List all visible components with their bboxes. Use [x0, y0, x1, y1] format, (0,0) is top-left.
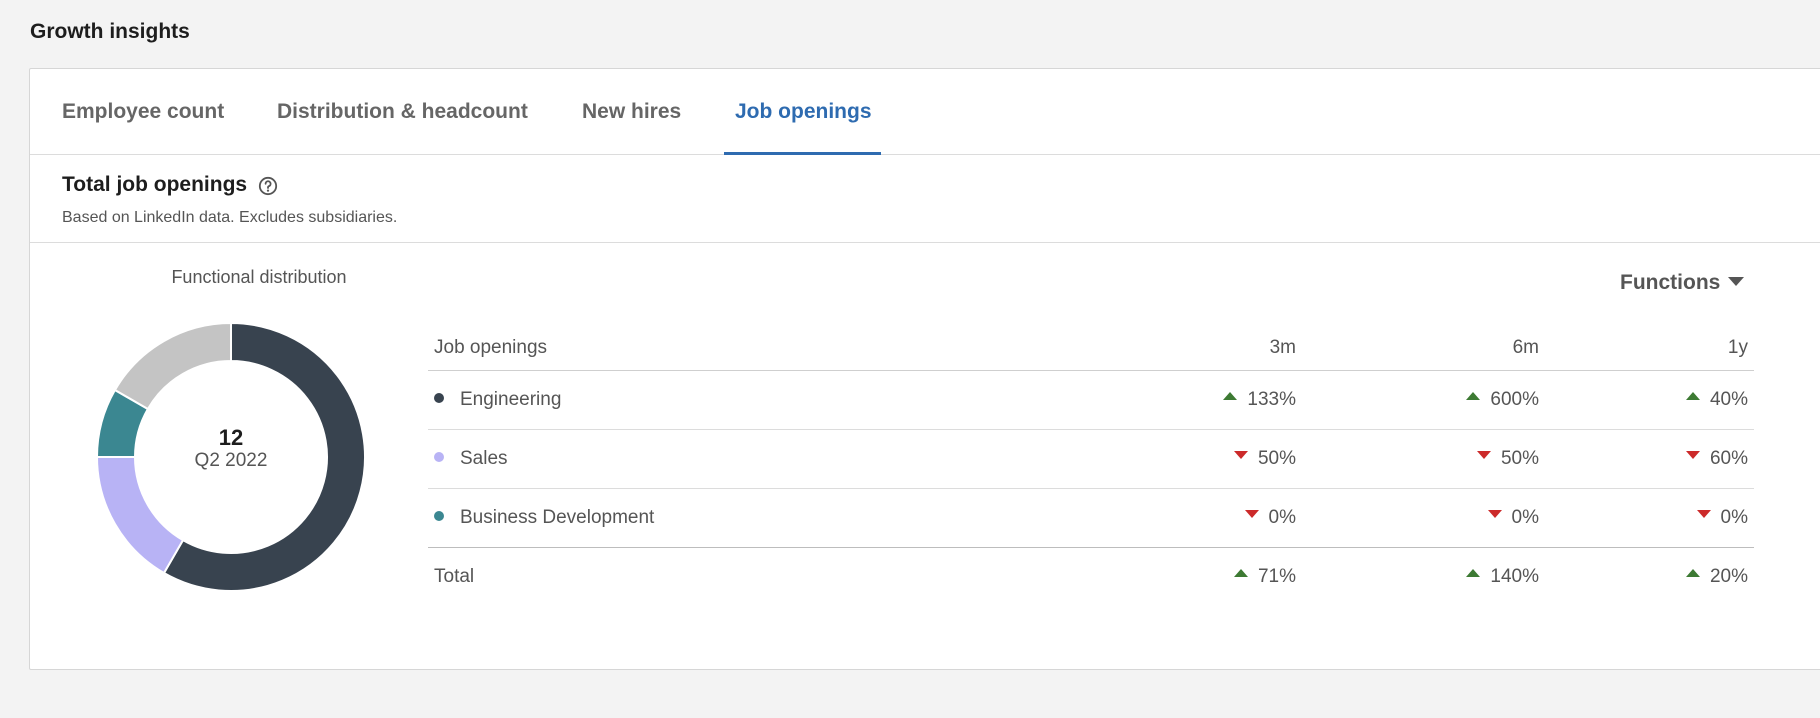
- table-header-row: Job openings 3m 6m 1y: [428, 325, 1754, 371]
- trend-up-icon: [1466, 568, 1481, 577]
- total-1y: 20%: [1709, 566, 1748, 587]
- header-1y: 1y: [1727, 337, 1748, 358]
- functions-dropdown[interactable]: Functions: [1620, 271, 1745, 295]
- value-6m: 600%: [1490, 389, 1539, 410]
- legend-dot: [434, 451, 444, 462]
- trend-down-icon: [1696, 509, 1711, 518]
- trend-down-icon: [1487, 509, 1502, 518]
- trend-down-icon: [1476, 450, 1491, 459]
- job-openings-table: Job openings 3m 6m 1y Engineering 133% 6…: [428, 325, 1754, 607]
- section-title: Growth insights: [30, 20, 190, 43]
- trend-up-icon: [1685, 391, 1700, 400]
- panel-subtitle: Based on LinkedIn data. Excludes subsidi…: [62, 209, 398, 226]
- table-row: Engineering 133% 600% 40%: [428, 371, 1754, 430]
- total-label: Total: [434, 566, 475, 587]
- tab-new-hires[interactable]: New hires: [582, 69, 681, 155]
- donut-center-value: 12: [218, 425, 244, 450]
- trend-up-icon: [1223, 391, 1238, 400]
- tab-employee-count[interactable]: Employee count: [62, 69, 224, 155]
- tab-bar: Employee count Distribution & headcount …: [30, 69, 1820, 155]
- header-6m: 6m: [1512, 337, 1539, 358]
- value-1y: 0%: [1720, 507, 1748, 528]
- value-3m: 0%: [1268, 507, 1296, 528]
- row-function-name: Engineering: [460, 389, 562, 410]
- trend-up-icon: [1233, 568, 1248, 577]
- donut-chart: 12 Q2 2022: [95, 321, 366, 592]
- trend-down-icon: [1685, 450, 1700, 459]
- chevron-down-icon: [1728, 276, 1745, 286]
- growth-insights-card: Employee count Distribution & headcount …: [29, 68, 1820, 670]
- legend-dot: [434, 392, 444, 403]
- total-3m: 71%: [1257, 566, 1296, 587]
- value-1y: 40%: [1709, 389, 1748, 410]
- functions-dropdown-label: Functions: [1620, 271, 1721, 294]
- value-6m: 0%: [1511, 507, 1539, 528]
- tab-job-openings[interactable]: Job openings: [735, 69, 872, 155]
- header-3m: 3m: [1269, 337, 1296, 358]
- table-row: Business Development 0% 0% 0%: [428, 489, 1754, 548]
- donut-slice-sales[interactable]: [95, 456, 185, 575]
- row-function-name: Business Development: [460, 507, 655, 528]
- total-6m: 140%: [1490, 566, 1539, 587]
- panel-header: Total job openings Based on LinkedIn dat…: [30, 155, 1820, 243]
- trend-up-icon: [1685, 568, 1700, 577]
- table-total-row: Total 71% 140% 20%: [428, 548, 1754, 607]
- value-6m: 50%: [1500, 448, 1539, 469]
- trend-down-icon: [1233, 450, 1248, 459]
- legend-dot: [434, 510, 444, 521]
- donut-title: Functional distribution: [171, 267, 347, 287]
- donut-slice-other[interactable]: [113, 321, 232, 411]
- value-3m: 50%: [1257, 448, 1296, 469]
- help-icon[interactable]: [258, 176, 278, 196]
- tab-distribution-headcount[interactable]: Distribution & headcount: [277, 69, 528, 155]
- donut-center-label: Q2 2022: [194, 450, 268, 471]
- trend-up-icon: [1466, 391, 1481, 400]
- value-1y: 60%: [1709, 448, 1748, 469]
- row-function-name: Sales: [460, 448, 508, 469]
- table-row: Sales 50% 50% 60%: [428, 430, 1754, 489]
- panel-title: Total job openings: [62, 173, 248, 196]
- value-3m: 133%: [1247, 389, 1296, 410]
- header-job-openings: Job openings: [434, 337, 548, 358]
- trend-down-icon: [1244, 509, 1259, 518]
